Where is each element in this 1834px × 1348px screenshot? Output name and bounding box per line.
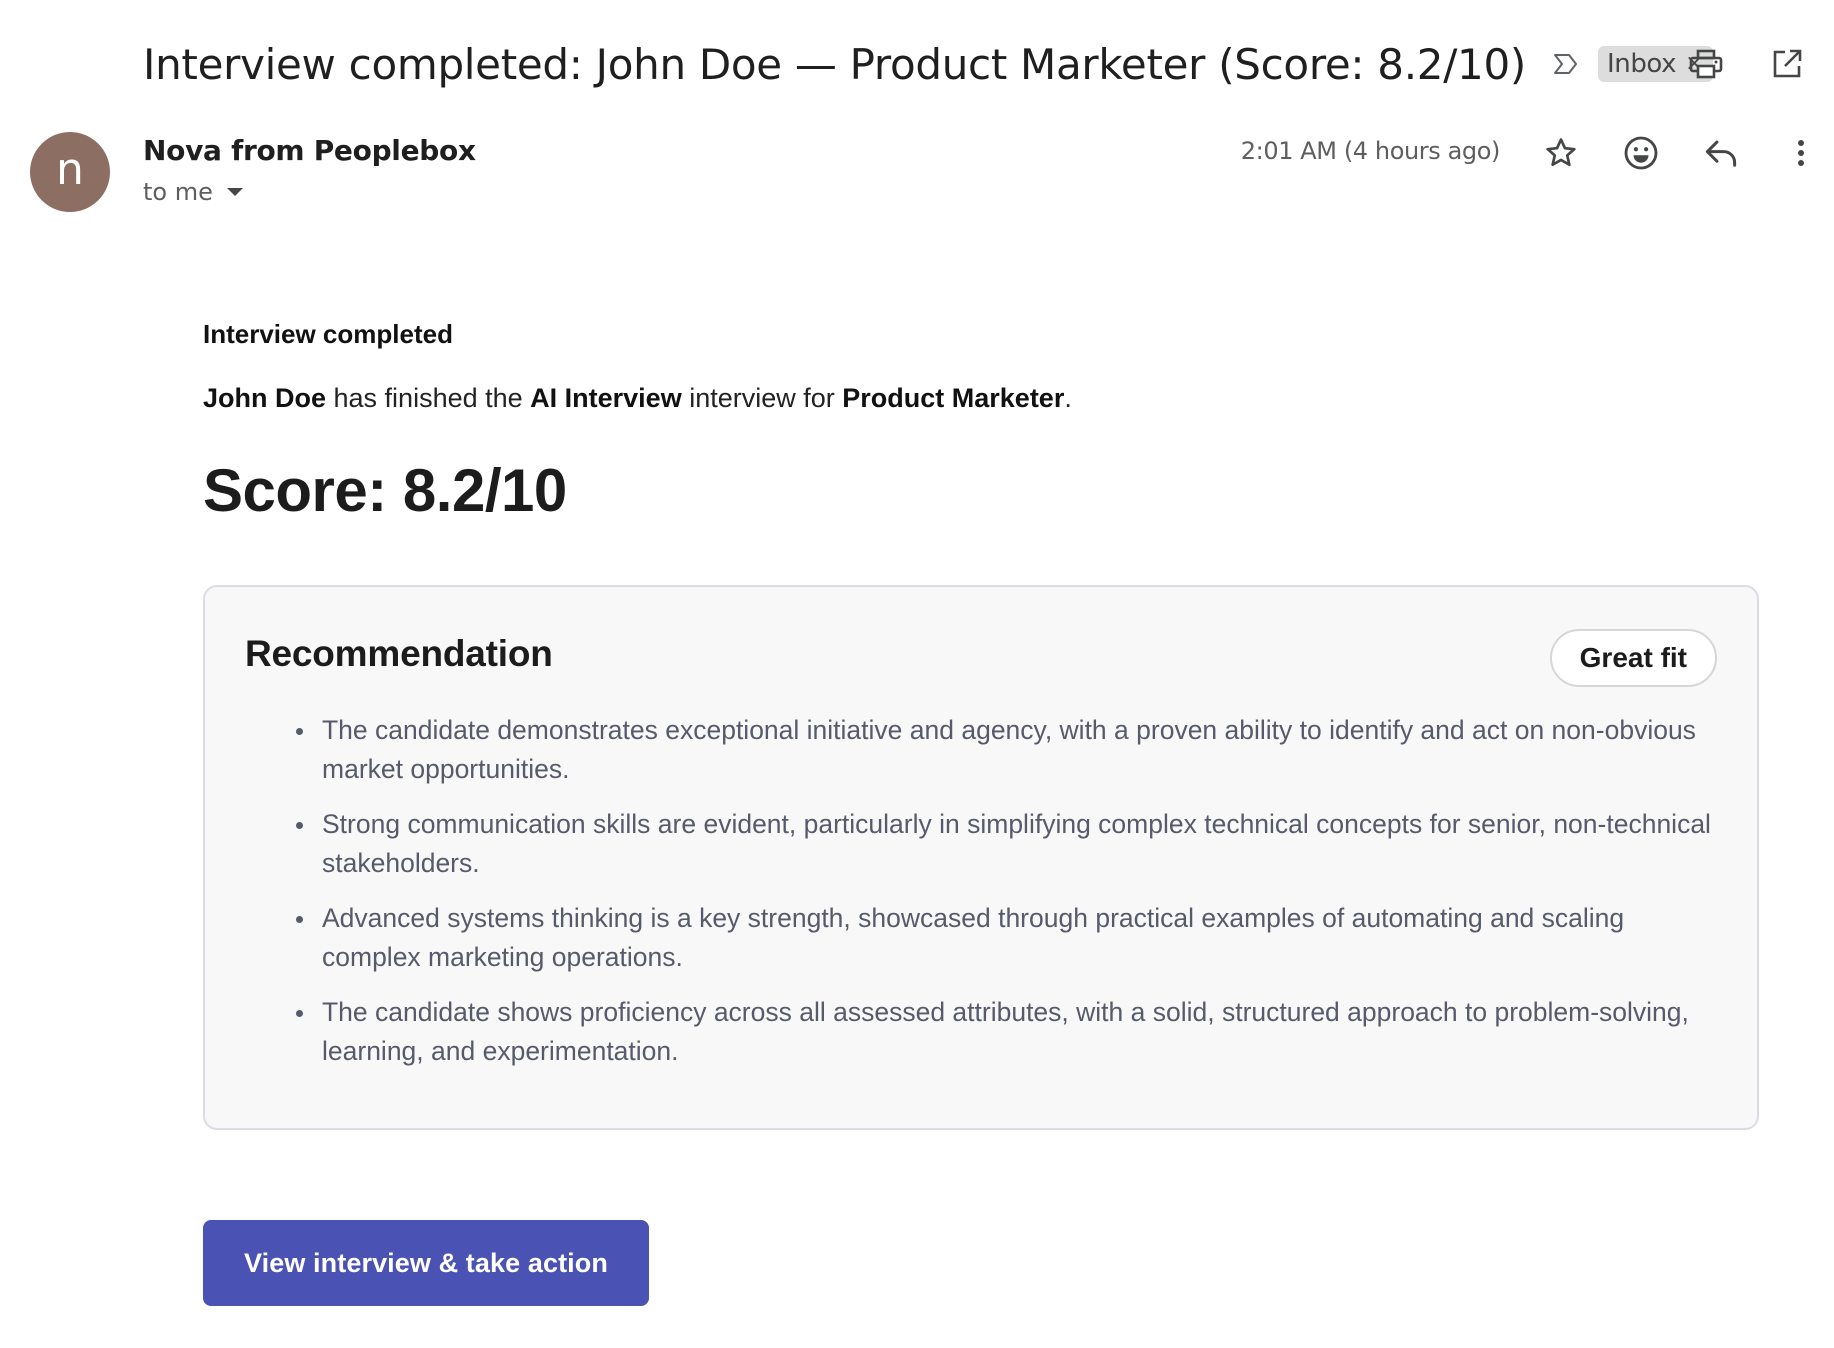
sender-name[interactable]: Nova from Peoplebox xyxy=(143,134,476,167)
email-timestamp: 2:01 AM (4 hours ago) xyxy=(1240,137,1501,165)
body-intro: John Doe has finished the AI Interview i… xyxy=(203,380,1763,416)
chevron-down-icon xyxy=(226,188,243,196)
reply-icon[interactable] xyxy=(1700,132,1742,174)
more-options-icon[interactable] xyxy=(1780,132,1822,174)
bullet-icon xyxy=(296,1010,303,1017)
bullet-icon xyxy=(296,916,303,923)
view-interview-button[interactable]: View interview & take action xyxy=(203,1220,649,1306)
bullet-icon xyxy=(296,728,303,735)
sender-avatar[interactable]: n xyxy=(30,132,110,212)
recommendation-text: Strong communication skills are evident,… xyxy=(322,809,1711,878)
email-subject: Interview completed: John Doe — Product … xyxy=(143,39,1526,89)
intro-text-2: interview for xyxy=(681,383,843,413)
recommendation-card: Recommendation Great fit The candidate d… xyxy=(203,585,1759,1130)
label-chip-text: Inbox xyxy=(1606,49,1677,79)
subject-row: Interview completed: John Doe — Product … xyxy=(143,32,1714,96)
recommendation-item: Strong communication skills are evident,… xyxy=(252,805,1712,883)
intro-text-1: has finished the xyxy=(326,383,531,413)
emoji-reaction-icon[interactable] xyxy=(1620,132,1662,174)
recommendation-item: The candidate demonstrates exceptional i… xyxy=(252,711,1712,789)
important-marker-icon[interactable] xyxy=(1552,50,1580,78)
score-heading: Score: 8.2/10 xyxy=(203,457,567,524)
recommendation-item: Advanced systems thinking is a key stren… xyxy=(252,899,1712,977)
recommendation-text: The candidate demonstrates exceptional i… xyxy=(322,715,1696,784)
recommendation-text: Advanced systems thinking is a key stren… xyxy=(322,903,1625,972)
role-name: Product Marketer xyxy=(842,383,1065,413)
bullet-icon xyxy=(296,822,303,829)
interview-type: AI Interview xyxy=(530,383,682,413)
fit-badge: Great fit xyxy=(1549,629,1717,687)
print-icon[interactable] xyxy=(1686,44,1726,84)
recommendation-title: Recommendation xyxy=(245,633,553,674)
candidate-name: John Doe xyxy=(203,383,327,413)
open-in-new-window-icon[interactable] xyxy=(1767,44,1807,84)
body-heading: Interview completed xyxy=(203,319,453,349)
recommendation-item: The candidate shows proficiency across a… xyxy=(252,993,1712,1071)
recommendation-text: The candidate shows proficiency across a… xyxy=(322,997,1689,1066)
recommendation-list: The candidate demonstrates exceptional i… xyxy=(252,711,1712,1087)
recipient-text: to me xyxy=(143,178,213,206)
recipient-details-toggle[interactable]: to me xyxy=(143,178,243,206)
star-icon[interactable] xyxy=(1540,132,1582,174)
email-body: Interview completed John Doe has finishe… xyxy=(203,316,1763,1306)
intro-text-3: . xyxy=(1064,383,1072,413)
